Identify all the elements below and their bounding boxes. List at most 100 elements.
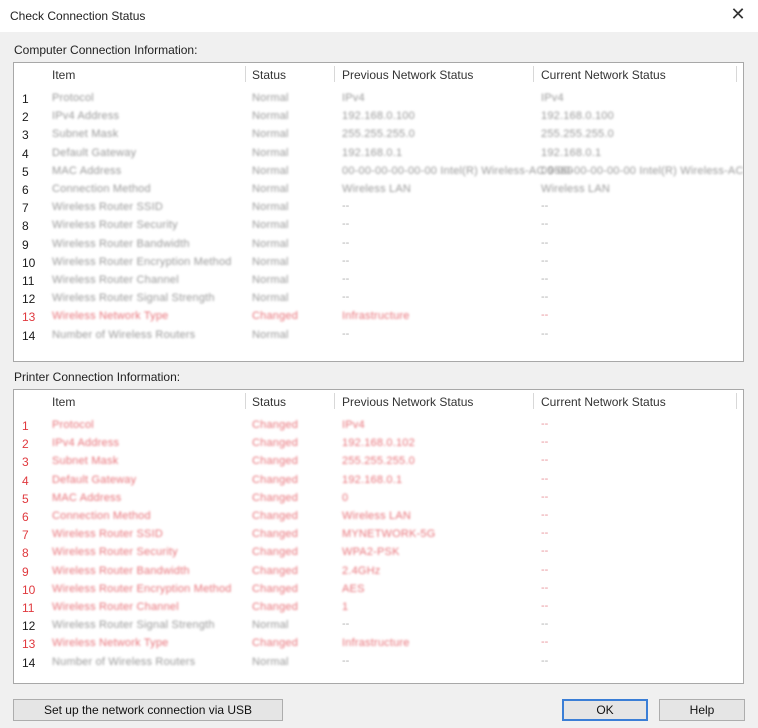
- column-divider[interactable]: [736, 393, 737, 409]
- ok-button[interactable]: OK: [562, 699, 648, 721]
- row-number: 2: [22, 110, 29, 125]
- table-row[interactable]: 7 Wireless Router SSID Changed MYNETWORK-5G…: [14, 526, 743, 544]
- table-row[interactable]: 4 Default Gateway Changed 192.168.0.1 --: [14, 472, 743, 490]
- row-number: 14: [22, 655, 36, 670]
- window-title: Check Connection Status: [10, 9, 146, 23]
- column-header-current-status[interactable]: Current Network Status: [541, 68, 666, 82]
- table-row[interactable]: 3 Subnet Mask Normal 255.255.255.0 255.255.2…: [14, 126, 743, 144]
- close-icon[interactable]: ✕: [728, 4, 748, 25]
- table-row[interactable]: 1 Protocol Changed IPv4 --: [14, 417, 743, 435]
- current-status-cell: --: [541, 600, 549, 612]
- item-cell: Wireless Router Signal Strength: [52, 292, 215, 305]
- column-divider[interactable]: [245, 393, 246, 409]
- column-header-item[interactable]: Item: [52, 68, 75, 82]
- table-row[interactable]: 9 Wireless Router Bandwidth Changed 2.4GHz -…: [14, 563, 743, 581]
- previous-status-cell: 192.168.0.1: [342, 473, 403, 486]
- previous-status-cell: MYNETWORK-5G: [342, 528, 436, 541]
- table-row[interactable]: 6 Connection Method Normal Wireless LAN Wire…: [14, 181, 743, 199]
- status-cell: Normal: [252, 655, 289, 668]
- previous-status-cell: --: [342, 218, 350, 231]
- row-number: 1: [22, 92, 29, 106]
- previous-status-cell: --: [342, 327, 350, 340]
- previous-status-cell: 192.168.0.1: [342, 146, 403, 159]
- table-row[interactable]: 7 Wireless Router SSID Normal -- --: [14, 199, 743, 217]
- previous-status-cell: --: [342, 273, 350, 285]
- printer-connection-table[interactable]: Item Status Previous Network Status Curr…: [13, 389, 744, 684]
- item-cell: Wireless Router Bandwidth: [52, 564, 190, 577]
- table-row[interactable]: 13 Wireless Network Type Changed Infrastruc…: [14, 635, 743, 653]
- table-row[interactable]: 14 Number of Wireless Routers Normal -- --: [14, 654, 743, 672]
- table-row[interactable]: 2 IPv4 Address Changed 192.168.0.102 --: [14, 435, 743, 453]
- previous-status-cell: 192.168.0.102: [342, 437, 415, 450]
- item-cell: Wireless Router SSID: [52, 201, 163, 214]
- status-cell: Changed: [252, 582, 299, 595]
- table-row[interactable]: 1 Protocol Normal IPv4 IPv4: [14, 90, 743, 108]
- item-cell: Wireless Router Signal Strength: [52, 619, 215, 632]
- table-row[interactable]: 5 MAC Address Changed 0 --: [14, 490, 743, 508]
- table-row[interactable]: 12 Wireless Router Signal Strength Normal -…: [14, 290, 743, 308]
- status-cell: Normal: [252, 328, 289, 341]
- previous-status-cell: 255.255.255.0: [342, 455, 415, 468]
- printer-section-label: Printer Connection Information:: [14, 370, 181, 384]
- table-row[interactable]: 8 Wireless Router Security Normal -- --: [14, 217, 743, 235]
- row-number: 5: [22, 164, 29, 179]
- item-cell: Connection Method: [52, 183, 151, 195]
- table-row[interactable]: 14 Number of Wireless Routers Normal -- --: [14, 327, 743, 345]
- status-cell: Changed: [252, 473, 299, 486]
- previous-status-cell: Wireless LAN: [342, 510, 412, 522]
- item-cell: Wireless Router Channel: [52, 601, 179, 613]
- table-row[interactable]: 6 Connection Method Changed Wireless LAN --: [14, 508, 743, 526]
- previous-status-cell: IPv4: [342, 92, 365, 104]
- current-status-cell: --: [541, 618, 549, 631]
- computer-section-label: Computer Connection Information:: [14, 43, 198, 57]
- table-row[interactable]: 11 Wireless Router Channel Changed 1 --: [14, 599, 743, 617]
- table-row[interactable]: 8 Wireless Router Security Changed WPA2-PSK…: [14, 544, 743, 562]
- item-cell: Subnet Mask: [52, 128, 119, 141]
- row-number: 8: [22, 219, 29, 234]
- status-cell: Changed: [252, 637, 299, 650]
- table-row[interactable]: 3 Subnet Mask Changed 255.255.255.0 --: [14, 453, 743, 471]
- row-number: 10: [22, 255, 36, 270]
- column-divider[interactable]: [533, 66, 534, 82]
- help-button[interactable]: Help: [659, 699, 745, 721]
- current-status-cell: --: [541, 581, 549, 594]
- item-cell: Wireless Router Encryption Method: [52, 255, 232, 268]
- table-row[interactable]: 2 IPv4 Address Normal 192.168.0.100 192.168.…: [14, 108, 743, 126]
- column-header-current-status[interactable]: Current Network Status: [541, 395, 666, 409]
- current-status-cell: --: [541, 636, 549, 649]
- item-cell: MAC Address: [52, 164, 122, 177]
- column-divider[interactable]: [334, 393, 335, 409]
- previous-status-cell: --: [342, 654, 350, 667]
- column-divider[interactable]: [533, 393, 534, 409]
- item-cell: Wireless Router Encryption Method: [52, 582, 232, 595]
- column-header-previous-status[interactable]: Previous Network Status: [342, 68, 473, 82]
- column-divider[interactable]: [736, 66, 737, 82]
- item-cell: Wireless Router Security: [52, 219, 178, 232]
- previous-status-cell: 192.168.0.100: [342, 110, 415, 123]
- status-cell: Normal: [252, 201, 289, 214]
- item-cell: Wireless Router SSID: [52, 528, 163, 541]
- table-row[interactable]: 4 Default Gateway Normal 192.168.0.1 192.168…: [14, 145, 743, 163]
- item-cell: IPv4 Address: [52, 110, 120, 123]
- row-number: 11: [22, 601, 35, 615]
- table-row[interactable]: 5 MAC Address Normal 00-00-00-00-00-00 Inte…: [14, 163, 743, 181]
- column-divider[interactable]: [245, 66, 246, 82]
- table-row[interactable]: 12 Wireless Router Signal Strength Normal -…: [14, 617, 743, 635]
- current-status-cell: IPv4: [541, 92, 564, 104]
- column-header-previous-status[interactable]: Previous Network Status: [342, 395, 473, 409]
- column-header-status[interactable]: Status: [252, 68, 286, 82]
- table-row[interactable]: 10 Wireless Router Encryption Method Chang…: [14, 581, 743, 599]
- column-divider[interactable]: [334, 66, 335, 82]
- table-row[interactable]: 11 Wireless Router Channel Normal -- --: [14, 272, 743, 290]
- item-cell: Wireless Router Channel: [52, 274, 179, 286]
- table-row[interactable]: 10 Wireless Router Encryption Method Norma…: [14, 254, 743, 272]
- usb-setup-button[interactable]: Set up the network connection via USB: [13, 699, 283, 721]
- column-header-status[interactable]: Status: [252, 395, 286, 409]
- table-row[interactable]: 9 Wireless Router Bandwidth Normal -- --: [14, 236, 743, 254]
- current-status-cell: --: [541, 309, 549, 322]
- status-cell: Changed: [252, 528, 299, 541]
- table-row[interactable]: 13 Wireless Network Type Changed Infrastruc…: [14, 308, 743, 326]
- column-header-item[interactable]: Item: [52, 395, 75, 409]
- row-number: 3: [22, 455, 29, 470]
- computer-connection-table[interactable]: Item Status Previous Network Status Curr…: [13, 62, 744, 362]
